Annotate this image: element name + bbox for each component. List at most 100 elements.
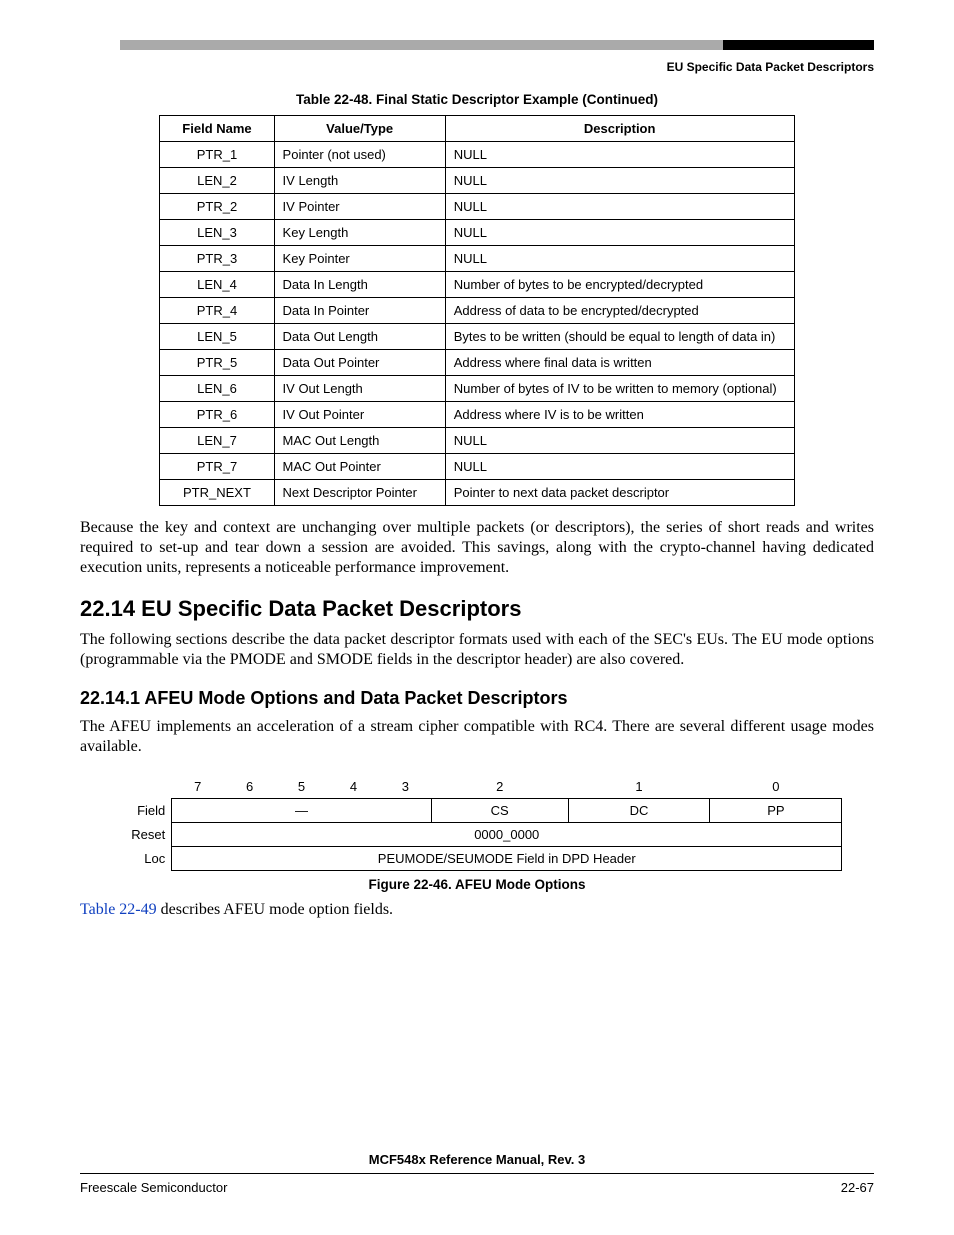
- table-row: LEN_7MAC Out LengthNULL: [160, 428, 794, 454]
- cell-description: NULL: [445, 220, 794, 246]
- regfig-row-label-reset: Reset: [112, 823, 172, 847]
- cell-field-name: PTR_4: [160, 298, 274, 324]
- table-row: LEN_3Key LengthNULL: [160, 220, 794, 246]
- table-header-row: Field Name Value/Type Description: [160, 116, 794, 142]
- regfig-reset-value: 0000_0000: [172, 823, 842, 847]
- th-value-type: Value/Type: [274, 116, 445, 142]
- cell-field-name: PTR_7: [160, 454, 274, 480]
- paragraph-22-14: The following sections describe the data…: [80, 630, 874, 670]
- cell-value-type: Next Descriptor Pointer: [274, 480, 445, 506]
- table-22-48: Field Name Value/Type Description PTR_1P…: [159, 115, 794, 506]
- table-row: PTR_6IV Out PointerAddress where IV is t…: [160, 402, 794, 428]
- cell-value-type: Key Length: [274, 220, 445, 246]
- paragraph-after-figure: Table 22-49 describes AFEU mode option f…: [80, 900, 874, 920]
- page-footer: MCF548x Reference Manual, Rev. 3 Freesca…: [80, 1152, 874, 1195]
- cell-value-type: IV Out Length: [274, 376, 445, 402]
- table-row: LEN_4Data In LengthNumber of bytes to be…: [160, 272, 794, 298]
- cell-value-type: Pointer (not used): [274, 142, 445, 168]
- cell-description: Address where final data is written: [445, 350, 794, 376]
- cell-field-name: PTR_3: [160, 246, 274, 272]
- cell-value-type: MAC Out Length: [274, 428, 445, 454]
- regfig-field-row: Field — CS DC PP: [112, 799, 842, 823]
- bit-5: 5: [276, 775, 328, 799]
- cell-description: NULL: [445, 428, 794, 454]
- paragraph-22-14-1: The AFEU implements an acceleration of a…: [80, 717, 874, 757]
- bit-2: 2: [431, 775, 568, 799]
- cell-value-type: Data Out Length: [274, 324, 445, 350]
- regfig-row-label-field: Field: [112, 799, 172, 823]
- regfig-row-label-loc: Loc: [112, 847, 172, 871]
- figure-22-46-caption: Figure 22-46. AFEU Mode Options: [80, 877, 874, 892]
- cell-value-type: Data In Length: [274, 272, 445, 298]
- th-description: Description: [445, 116, 794, 142]
- cell-description: NULL: [445, 168, 794, 194]
- table-row: PTR_5Data Out PointerAddress where final…: [160, 350, 794, 376]
- bit-0: 0: [710, 775, 842, 799]
- cell-field-name: LEN_3: [160, 220, 274, 246]
- table-row: LEN_6IV Out LengthNumber of bytes of IV …: [160, 376, 794, 402]
- page: EU Specific Data Packet Descriptors Tabl…: [0, 0, 954, 1235]
- cell-field-name: PTR_5: [160, 350, 274, 376]
- cell-description: NULL: [445, 454, 794, 480]
- cell-description: NULL: [445, 194, 794, 220]
- cell-description: Number of bytes of IV to be written to m…: [445, 376, 794, 402]
- cell-value-type: IV Length: [274, 168, 445, 194]
- cell-field-name: LEN_5: [160, 324, 274, 350]
- cell-field-name: LEN_7: [160, 428, 274, 454]
- cell-field-name: PTR_2: [160, 194, 274, 220]
- header-rule: [120, 40, 874, 50]
- cell-description: Number of bytes to be encrypted/decrypte…: [445, 272, 794, 298]
- th-field-name: Field Name: [160, 116, 274, 142]
- heading-22-14-1: 22.14.1 AFEU Mode Options and Data Packe…: [80, 688, 874, 709]
- table-row: PTR_NEXTNext Descriptor PointerPointer t…: [160, 480, 794, 506]
- regfig-bit-numbers: 7 6 5 4 3 2 1 0: [112, 775, 842, 799]
- cell-field-name: PTR_1: [160, 142, 274, 168]
- bit-3: 3: [379, 775, 431, 799]
- heading-22-14: 22.14 EU Specific Data Packet Descriptor…: [80, 596, 874, 622]
- cell-field-name: LEN_2: [160, 168, 274, 194]
- table-row: PTR_4Data In PointerAddress of data to b…: [160, 298, 794, 324]
- cell-value-type: Key Pointer: [274, 246, 445, 272]
- footer-book-title: MCF548x Reference Manual, Rev. 3: [80, 1152, 874, 1167]
- cell-value-type: IV Out Pointer: [274, 402, 445, 428]
- regfig-loc-value: PEUMODE/SEUMODE Field in DPD Header: [172, 847, 842, 871]
- table-row: PTR_3Key PointerNULL: [160, 246, 794, 272]
- regfig-field-dc: DC: [568, 799, 710, 823]
- regfig-field-reserved: —: [172, 799, 432, 823]
- table-row: LEN_2IV LengthNULL: [160, 168, 794, 194]
- footer-right: 22-67: [841, 1180, 874, 1195]
- bit-4: 4: [327, 775, 379, 799]
- table-22-48-caption: Table 22-48. Final Static Descriptor Exa…: [80, 92, 874, 107]
- link-table-22-49[interactable]: Table 22-49: [80, 901, 157, 918]
- cell-field-name: LEN_6: [160, 376, 274, 402]
- cell-description: NULL: [445, 142, 794, 168]
- regfig-field-pp: PP: [710, 799, 842, 823]
- figure-22-46-register: 7 6 5 4 3 2 1 0 Field — CS DC PP Reset 0…: [112, 775, 842, 871]
- cell-value-type: MAC Out Pointer: [274, 454, 445, 480]
- cell-value-type: Data In Pointer: [274, 298, 445, 324]
- cell-field-name: PTR_NEXT: [160, 480, 274, 506]
- cell-field-name: LEN_4: [160, 272, 274, 298]
- table-row: PTR_2IV PointerNULL: [160, 194, 794, 220]
- regfig-field-cs: CS: [431, 799, 568, 823]
- after-fig-text: describes AFEU mode option fields.: [157, 901, 393, 918]
- cell-description: NULL: [445, 246, 794, 272]
- running-header: EU Specific Data Packet Descriptors: [80, 60, 874, 74]
- cell-description: Address of data to be encrypted/decrypte…: [445, 298, 794, 324]
- regfig-loc-row: Loc PEUMODE/SEUMODE Field in DPD Header: [112, 847, 842, 871]
- bit-7: 7: [172, 775, 224, 799]
- cell-value-type: Data Out Pointer: [274, 350, 445, 376]
- table-row: PTR_7MAC Out PointerNULL: [160, 454, 794, 480]
- bit-6: 6: [224, 775, 276, 799]
- table-row: PTR_1Pointer (not used)NULL: [160, 142, 794, 168]
- regfig-reset-row: Reset 0000_0000: [112, 823, 842, 847]
- cell-description: Pointer to next data packet descriptor: [445, 480, 794, 506]
- footer-left: Freescale Semiconductor: [80, 1180, 227, 1195]
- table-row: LEN_5Data Out LengthBytes to be written …: [160, 324, 794, 350]
- paragraph-after-table48: Because the key and context are unchangi…: [80, 518, 874, 578]
- cell-description: Address where IV is to be written: [445, 402, 794, 428]
- footer-rule: [80, 1173, 874, 1174]
- cell-value-type: IV Pointer: [274, 194, 445, 220]
- bit-1: 1: [568, 775, 710, 799]
- cell-field-name: PTR_6: [160, 402, 274, 428]
